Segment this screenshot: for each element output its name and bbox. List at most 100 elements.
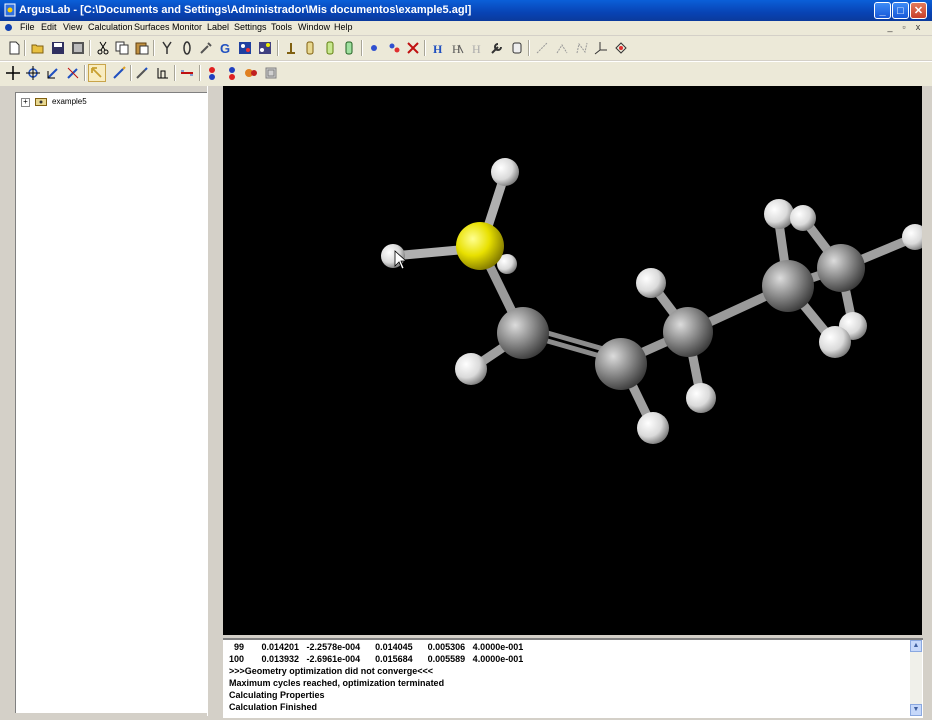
window-edge: [922, 86, 932, 716]
select-icon[interactable]: [90, 66, 104, 80]
log-line: >>>Geometry optimization did not converg…: [229, 666, 434, 676]
atom-hydrogen[interactable]: [637, 412, 669, 444]
menu-edit[interactable]: Edit: [41, 22, 57, 32]
menu-view[interactable]: View: [63, 22, 82, 32]
minimize-button[interactable]: _: [874, 2, 891, 19]
panel-splitter[interactable]: [207, 86, 224, 716]
bonds: [388, 169, 918, 433]
marker-icon[interactable]: [303, 41, 317, 55]
close-button[interactable]: ✕: [910, 2, 927, 19]
svg-text:G: G: [220, 41, 230, 55]
molecule-canvas: [381, 158, 923, 444]
axis-icon[interactable]: [594, 41, 608, 55]
atom-carbon[interactable]: [663, 307, 713, 357]
mdi-restore-button[interactable]: ▫: [898, 22, 910, 32]
molecule-icon[interactable]: [238, 41, 252, 55]
log-line: Calculating Properties: [229, 690, 325, 700]
wrench-icon[interactable]: [490, 41, 504, 55]
menu-settings[interactable]: Settings: [234, 22, 267, 32]
menu-window[interactable]: Window: [298, 22, 330, 32]
atom-hydrogen[interactable]: [764, 199, 794, 229]
atom-blue-icon[interactable]: [225, 66, 239, 80]
measure-icon[interactable]: [575, 41, 589, 55]
output-scrollbar[interactable]: ▲ ▼: [910, 640, 922, 716]
atom-carbon[interactable]: [762, 260, 814, 312]
molecule-folder-icon: [35, 98, 47, 106]
menu-label[interactable]: Label: [207, 22, 229, 32]
atom-red-icon[interactable]: [205, 66, 219, 80]
atom-hydrogen[interactable]: [790, 205, 816, 231]
atoms: [381, 158, 923, 444]
molecule-viewport[interactable]: [223, 86, 923, 635]
print-icon[interactable]: [71, 41, 85, 55]
menu-help[interactable]: Help: [334, 22, 353, 32]
view-icon[interactable]: [264, 66, 278, 80]
atom-hydrogen[interactable]: [455, 353, 487, 385]
window-title: ArgusLab - [C:\Documents and Settings\Ad…: [19, 4, 472, 16]
translate-icon[interactable]: [46, 66, 60, 80]
scroll-down-button[interactable]: ▼: [910, 704, 922, 716]
scroll-up-button[interactable]: ▲: [910, 640, 922, 652]
tool-icon[interactable]: [199, 41, 213, 55]
h-icon[interactable]: H: [470, 41, 484, 55]
h-icon[interactable]: H: [451, 41, 465, 55]
svg-text:H: H: [433, 42, 443, 55]
molecule-tree[interactable]: + example5: [15, 92, 208, 713]
output-log[interactable]: 99 0.014201 -2.2578e-004 0.014045 0.0053…: [223, 638, 923, 718]
atom-hydrogen[interactable]: [819, 326, 851, 358]
menu-monitor[interactable]: Monitor: [172, 22, 202, 32]
atom-carbon[interactable]: [497, 307, 549, 359]
paste-icon[interactable]: [135, 41, 149, 55]
menu-tools[interactable]: Tools: [271, 22, 292, 32]
draw-icon[interactable]: [135, 66, 149, 80]
cut-icon[interactable]: [96, 41, 110, 55]
build-icon[interactable]: [160, 41, 174, 55]
atom-hydrogen[interactable]: [491, 158, 519, 186]
open-icon[interactable]: [31, 41, 45, 55]
document-icon[interactable]: [5, 24, 12, 31]
maximize-button[interactable]: □: [892, 2, 909, 19]
new-icon[interactable]: [7, 41, 21, 55]
h-icon[interactable]: H: [431, 41, 445, 55]
measure-icon[interactable]: [535, 41, 549, 55]
menu-calculation[interactable]: Calculation: [88, 22, 133, 32]
tree-node-example5[interactable]: example5: [52, 97, 87, 106]
atom-hydrogen[interactable]: [636, 268, 666, 298]
atom-carbon[interactable]: [595, 338, 647, 390]
menu-bar: File Edit View Calculation Surfaces Moni…: [0, 21, 932, 35]
atom-hydrogen[interactable]: [686, 383, 716, 413]
menu-surfaces[interactable]: Surfaces: [134, 22, 170, 32]
mdi-close-button[interactable]: x: [912, 22, 924, 32]
copy-icon[interactable]: [115, 41, 129, 55]
bond-icon[interactable]: [180, 41, 194, 55]
zoom-icon[interactable]: [66, 66, 80, 80]
atom-sulfur[interactable]: [456, 222, 504, 270]
title-bar[interactable]: ArgusLab - [C:\Documents and Settings\Ad…: [0, 0, 932, 21]
rotate-icon[interactable]: [26, 66, 40, 80]
mdi-minimize-button[interactable]: _: [884, 22, 896, 32]
network-icon[interactable]: [614, 41, 628, 55]
marker-icon[interactable]: [342, 41, 356, 55]
pencil-icon[interactable]: [112, 66, 126, 80]
move-icon[interactable]: [6, 66, 20, 80]
svg-text:H: H: [452, 42, 461, 55]
log-line: Calculation Finished: [229, 702, 318, 712]
save-icon[interactable]: [51, 41, 65, 55]
fragment-icon[interactable]: [156, 66, 170, 80]
marker-icon[interactable]: [323, 41, 337, 55]
main-toolbar: G H H H: [0, 36, 932, 60]
tree-expander[interactable]: +: [21, 98, 30, 107]
measure-icon[interactable]: [555, 41, 569, 55]
g-icon[interactable]: G: [219, 41, 233, 55]
bond-icon[interactable]: [180, 66, 194, 80]
svg-text:H: H: [472, 42, 481, 55]
marker-icon[interactable]: [284, 41, 298, 55]
atom-orange-icon[interactable]: [244, 66, 258, 80]
delete-icon[interactable]: [406, 41, 420, 55]
atom-icon[interactable]: [387, 41, 401, 55]
menu-file[interactable]: File: [20, 22, 35, 32]
molecule-icon[interactable]: [258, 41, 272, 55]
clean-icon[interactable]: [510, 41, 524, 55]
atom-icon[interactable]: [367, 41, 381, 55]
atom-carbon[interactable]: [817, 244, 865, 292]
